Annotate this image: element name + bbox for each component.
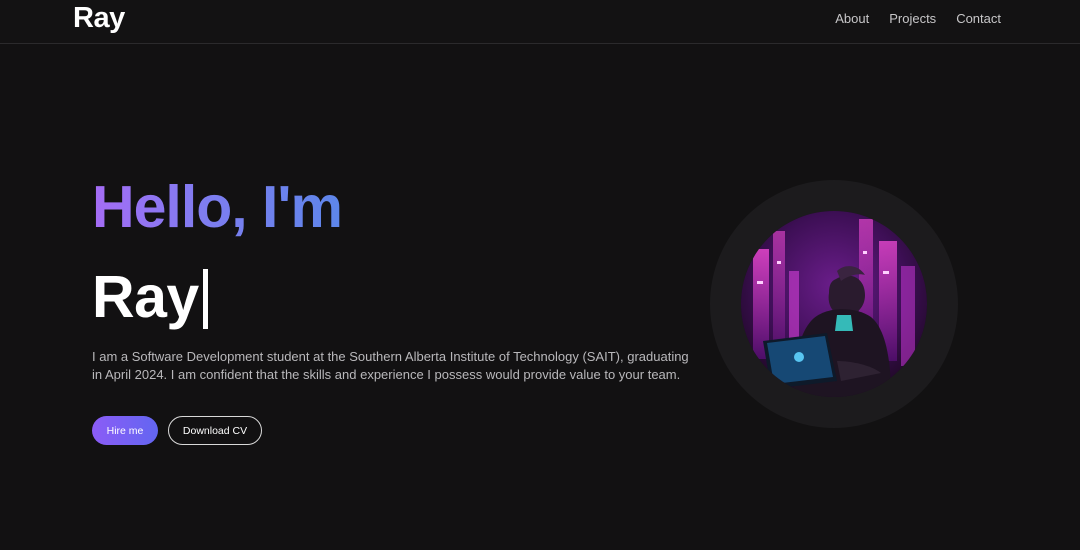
download-cv-button[interactable]: Download CV	[168, 416, 262, 445]
nav-about-link[interactable]: About	[835, 11, 869, 26]
avatar-image	[741, 211, 927, 397]
typing-cursor	[202, 269, 208, 329]
hero-name: Ray	[92, 264, 199, 330]
hero-buttons: Hire me Download CV	[92, 416, 262, 445]
hire-me-button[interactable]: Hire me	[92, 416, 158, 445]
navbar: Ray About Projects Contact	[0, 0, 1080, 44]
nav-projects-link[interactable]: Projects	[889, 11, 936, 26]
avatar-ring	[710, 180, 958, 428]
hero-name-row: Ray	[92, 262, 208, 332]
site-logo[interactable]: Ray	[73, 2, 125, 35]
hero-greeting: Hello, I'm	[92, 174, 343, 240]
hero-bio: I am a Software Development student at t…	[92, 349, 689, 382]
nav-contact-link[interactable]: Contact	[956, 11, 1001, 26]
nav-links: About Projects Contact	[835, 11, 1001, 26]
